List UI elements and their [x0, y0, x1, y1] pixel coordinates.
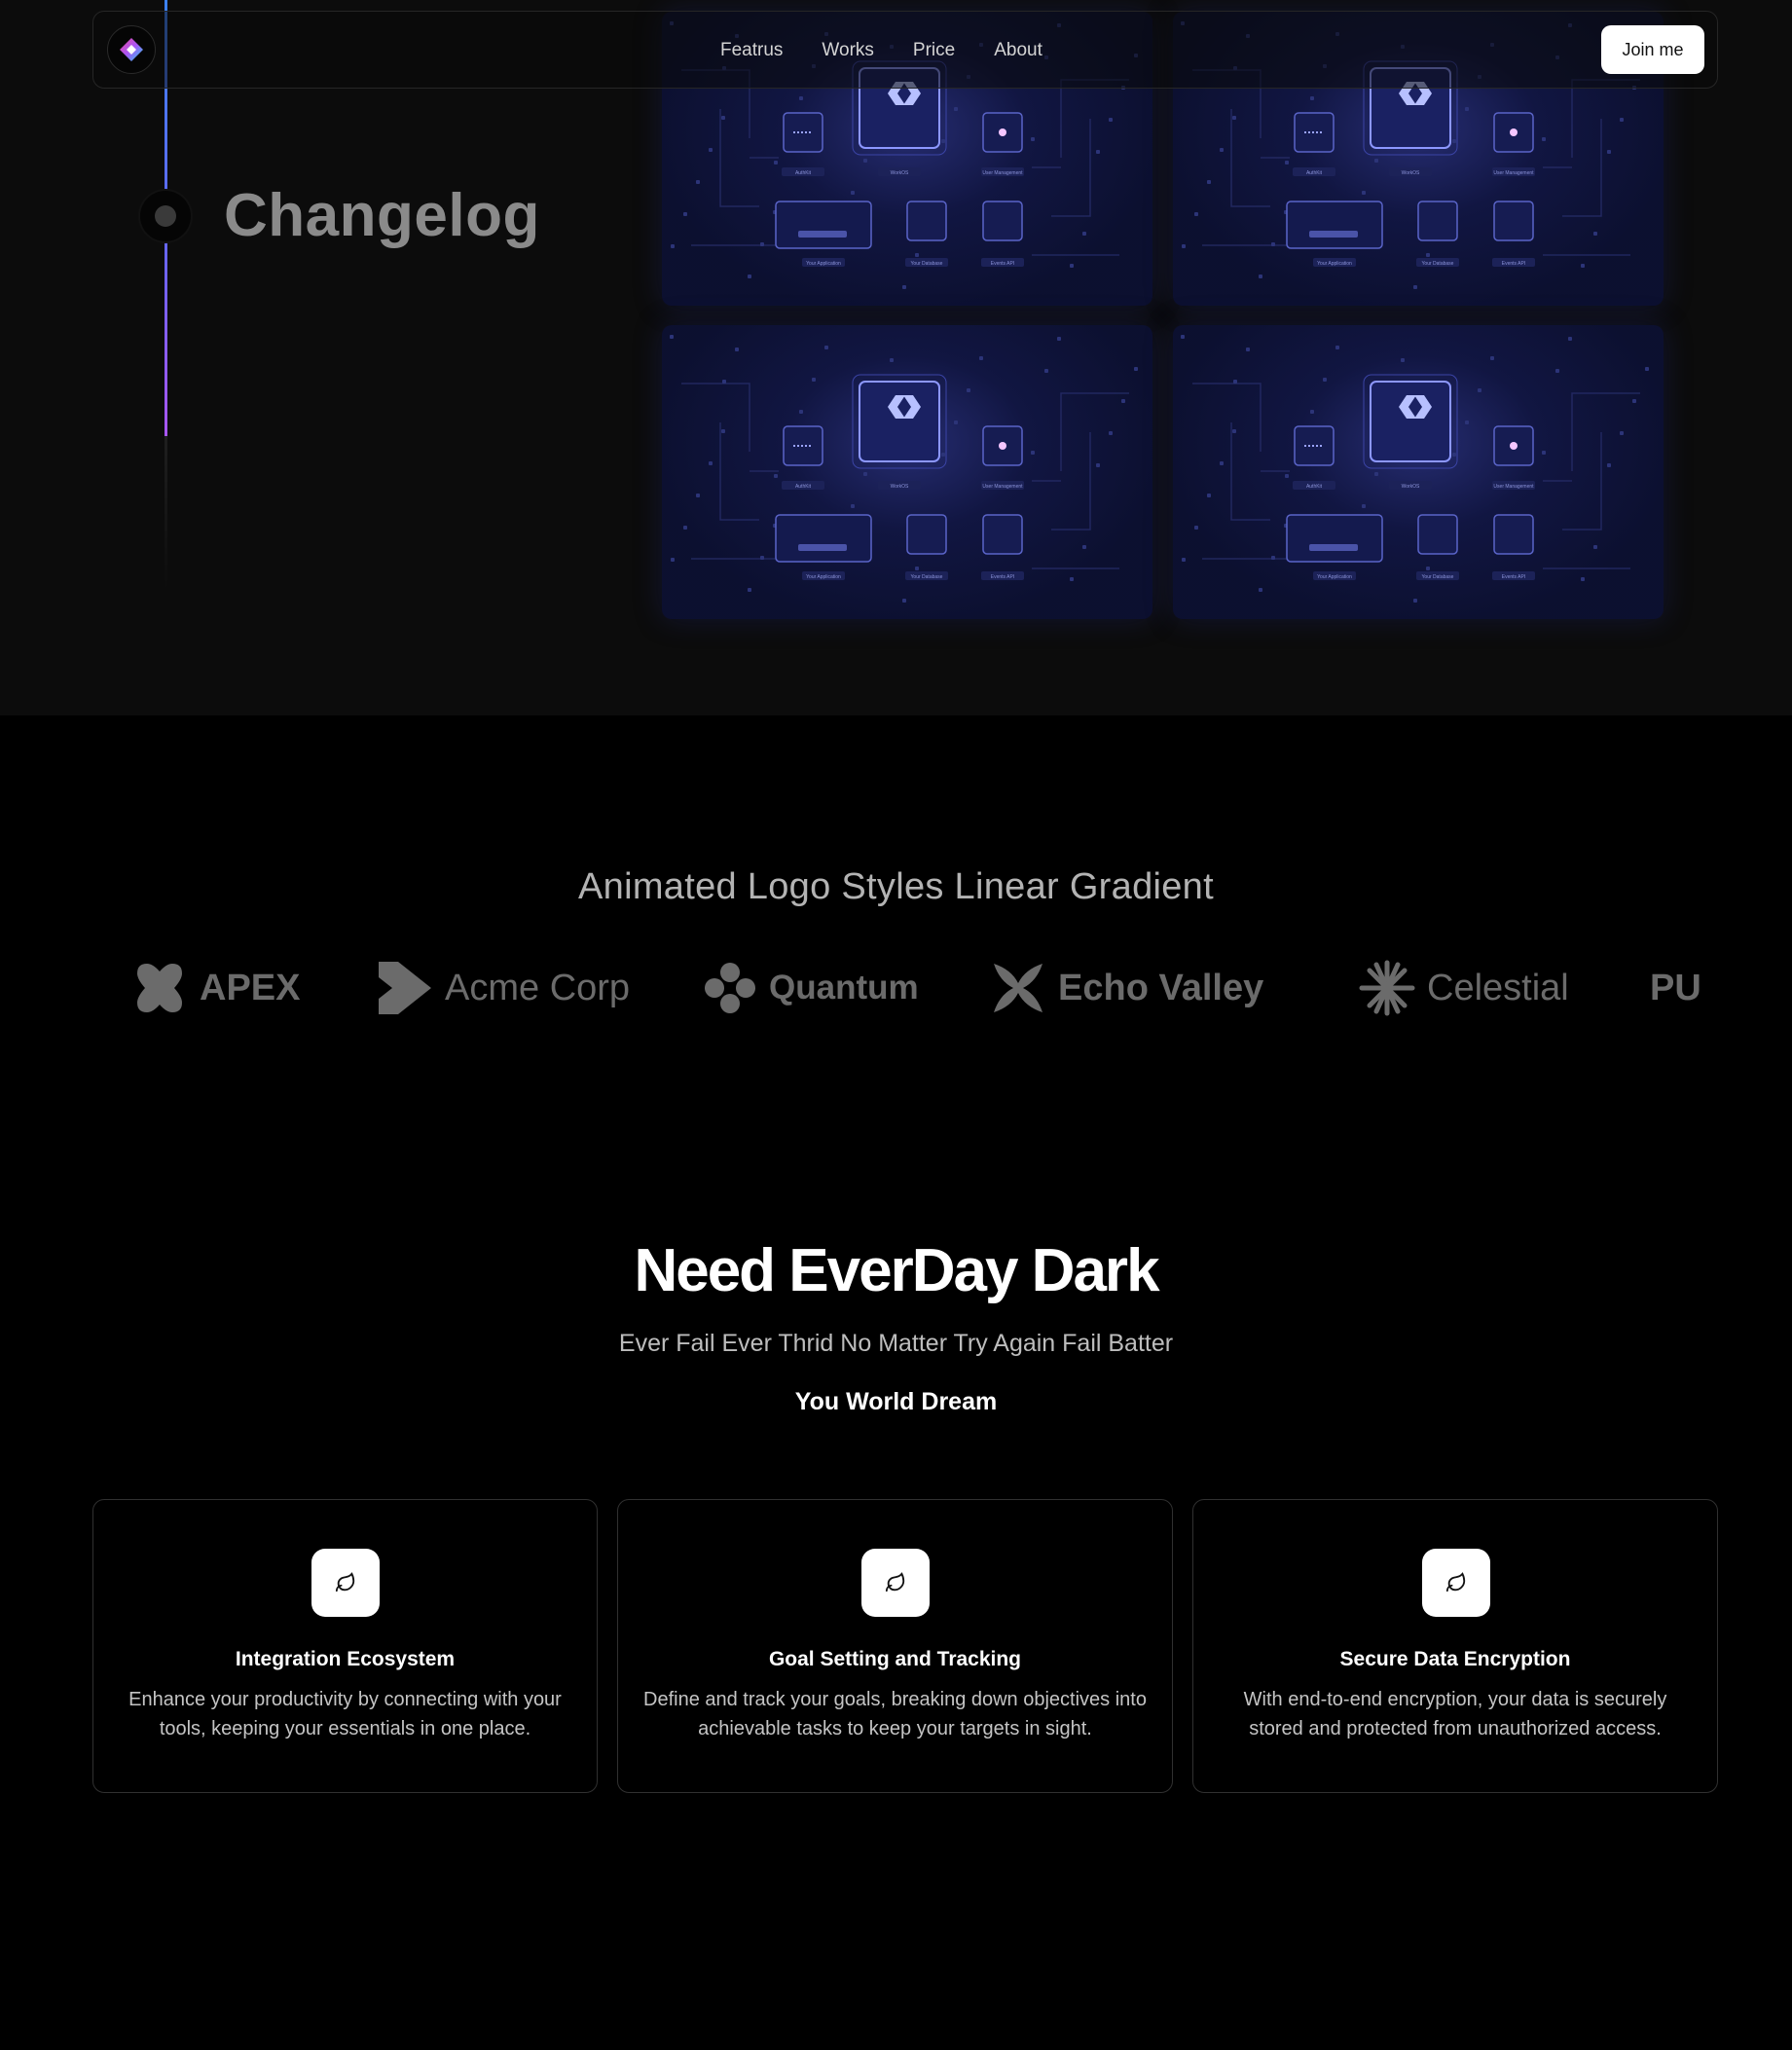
feature-section-subtitle: Ever Fail Ever Thrid No Matter Try Again… [618, 1330, 1174, 1357]
svg-text:WorkOS: WorkOS [1402, 170, 1420, 176]
x-petal-icon [994, 964, 1042, 1012]
feature-card-encryption: Secure Data Encryption With end-to-end e… [1192, 1499, 1718, 1793]
changelog-card[interactable]: AuthKit WorkOS User Management Your Applica… [662, 325, 1152, 619]
feature-card-body: With end-to-end encryption, your data is… [1243, 1689, 1667, 1739]
nav-link-about[interactable]: About [994, 40, 1042, 61]
nav-link-featrus[interactable]: Featrus [720, 40, 783, 61]
feature-card-title: Secure Data Encryption [1339, 1648, 1571, 1670]
logo-celestial-label: Celestial [1427, 967, 1569, 1008]
top-navbar: Featrus Works Price About Join me [92, 11, 1718, 89]
diamond-gradient-logo-icon [120, 38, 143, 61]
four-leaf-icon [705, 963, 755, 1013]
leaf-icon [311, 1549, 380, 1617]
double-chevron-icon [379, 962, 431, 1014]
asterisk-star-icon [1359, 960, 1415, 1016]
logos-heading: Animated Logo Styles Linear Gradient [578, 866, 1214, 907]
leaf-icon [861, 1549, 930, 1617]
svg-text:WorkOS: WorkOS [891, 170, 909, 176]
svg-text:AuthKit: AuthKit [795, 484, 812, 490]
changelog-card-grid: AuthKit WorkOS User Management Your Applica… [662, 12, 1666, 621]
svg-text:User Management: User Management [982, 484, 1023, 490]
logo-acme-corp-label: Acme Corp [445, 967, 631, 1008]
logo-partial-label: PU [1650, 967, 1701, 1008]
logo-quantum-label: Quantum [769, 969, 919, 1007]
circuit-illustration: AuthKit WorkOS User Management Your Applica… [670, 335, 1138, 603]
logo-echo-valley-label: Echo Valley [1058, 967, 1264, 1008]
svg-text:Your Database: Your Database [911, 261, 943, 267]
logo-celestial: Celestial [1359, 949, 1569, 1027]
feature-section-tagline: You World Dream [794, 1388, 998, 1415]
feature-section-title: Need EverDay Dark [634, 1237, 1159, 1304]
changelog-section: Changelog AuthKit WorkOS User Management Yo… [0, 0, 1792, 715]
nav-link-works[interactable]: Works [822, 40, 873, 61]
svg-text:AuthKit: AuthKit [1306, 170, 1323, 176]
svg-text:Your Database: Your Database [1422, 261, 1454, 267]
svg-text:Your Application: Your Application [806, 261, 841, 267]
nav-links: Featrus Works Price About [720, 12, 1042, 90]
svg-text:Your Database: Your Database [911, 574, 943, 580]
logo-apex: APEX [131, 949, 300, 1027]
logo-marquee: APEX Acme Corp Quantum Echo Valley Celes… [92, 949, 1718, 1027]
site-logo[interactable] [107, 25, 156, 74]
svg-text:WorkOS: WorkOS [891, 484, 909, 490]
svg-text:Your Application: Your Application [806, 574, 841, 580]
feature-card-body: Enhance your productivity by connecting … [128, 1689, 562, 1739]
join-me-button[interactable]: Join me [1601, 25, 1704, 74]
svg-text:Your Database: Your Database [1422, 574, 1454, 580]
feature-card-title: Goal Setting and Tracking [768, 1648, 1022, 1670]
svg-text:AuthKit: AuthKit [795, 170, 812, 176]
logo-quantum: Quantum [703, 949, 919, 1027]
feature-card-integration: Integration Ecosystem Enhance your produ… [92, 1499, 598, 1793]
svg-text:User Management: User Management [982, 170, 1023, 176]
svg-text:Your Application: Your Application [1317, 261, 1352, 267]
changelog-card[interactable]: AuthKit WorkOS User Management Your Applica… [1173, 325, 1664, 619]
svg-text:Events API: Events API [991, 574, 1014, 580]
svg-text:WorkOS: WorkOS [1402, 484, 1420, 490]
leaf-icon [1422, 1549, 1490, 1617]
logo-acme-corp: Acme Corp [377, 949, 630, 1027]
timeline-line-fade [165, 436, 167, 592]
feature-card-title: Integration Ecosystem [235, 1648, 456, 1670]
logo-apex-label: APEX [200, 967, 301, 1008]
svg-text:Your Application: Your Application [1317, 574, 1352, 580]
logo-partial: PU [1650, 949, 1701, 1027]
feature-card-body: Define and track your goals, breaking do… [643, 1689, 1147, 1739]
svg-text:Events API: Events API [1502, 574, 1525, 580]
changelog-title: Changelog [224, 182, 540, 249]
svg-text:User Management: User Management [1493, 170, 1534, 176]
circuit-illustration: AuthKit WorkOS User Management Your Applica… [1181, 335, 1649, 603]
svg-text:Events API: Events API [1502, 261, 1525, 267]
svg-text:Events API: Events API [991, 261, 1014, 267]
feature-card-goal-tracking: Goal Setting and Tracking Define and tra… [617, 1499, 1173, 1793]
clover-square-icon [137, 964, 182, 1012]
timeline-dot [140, 191, 191, 241]
logo-echo-valley: Echo Valley [990, 949, 1263, 1027]
nav-link-price[interactable]: Price [913, 40, 955, 61]
svg-text:User Management: User Management [1493, 484, 1534, 490]
svg-text:AuthKit: AuthKit [1306, 484, 1323, 490]
